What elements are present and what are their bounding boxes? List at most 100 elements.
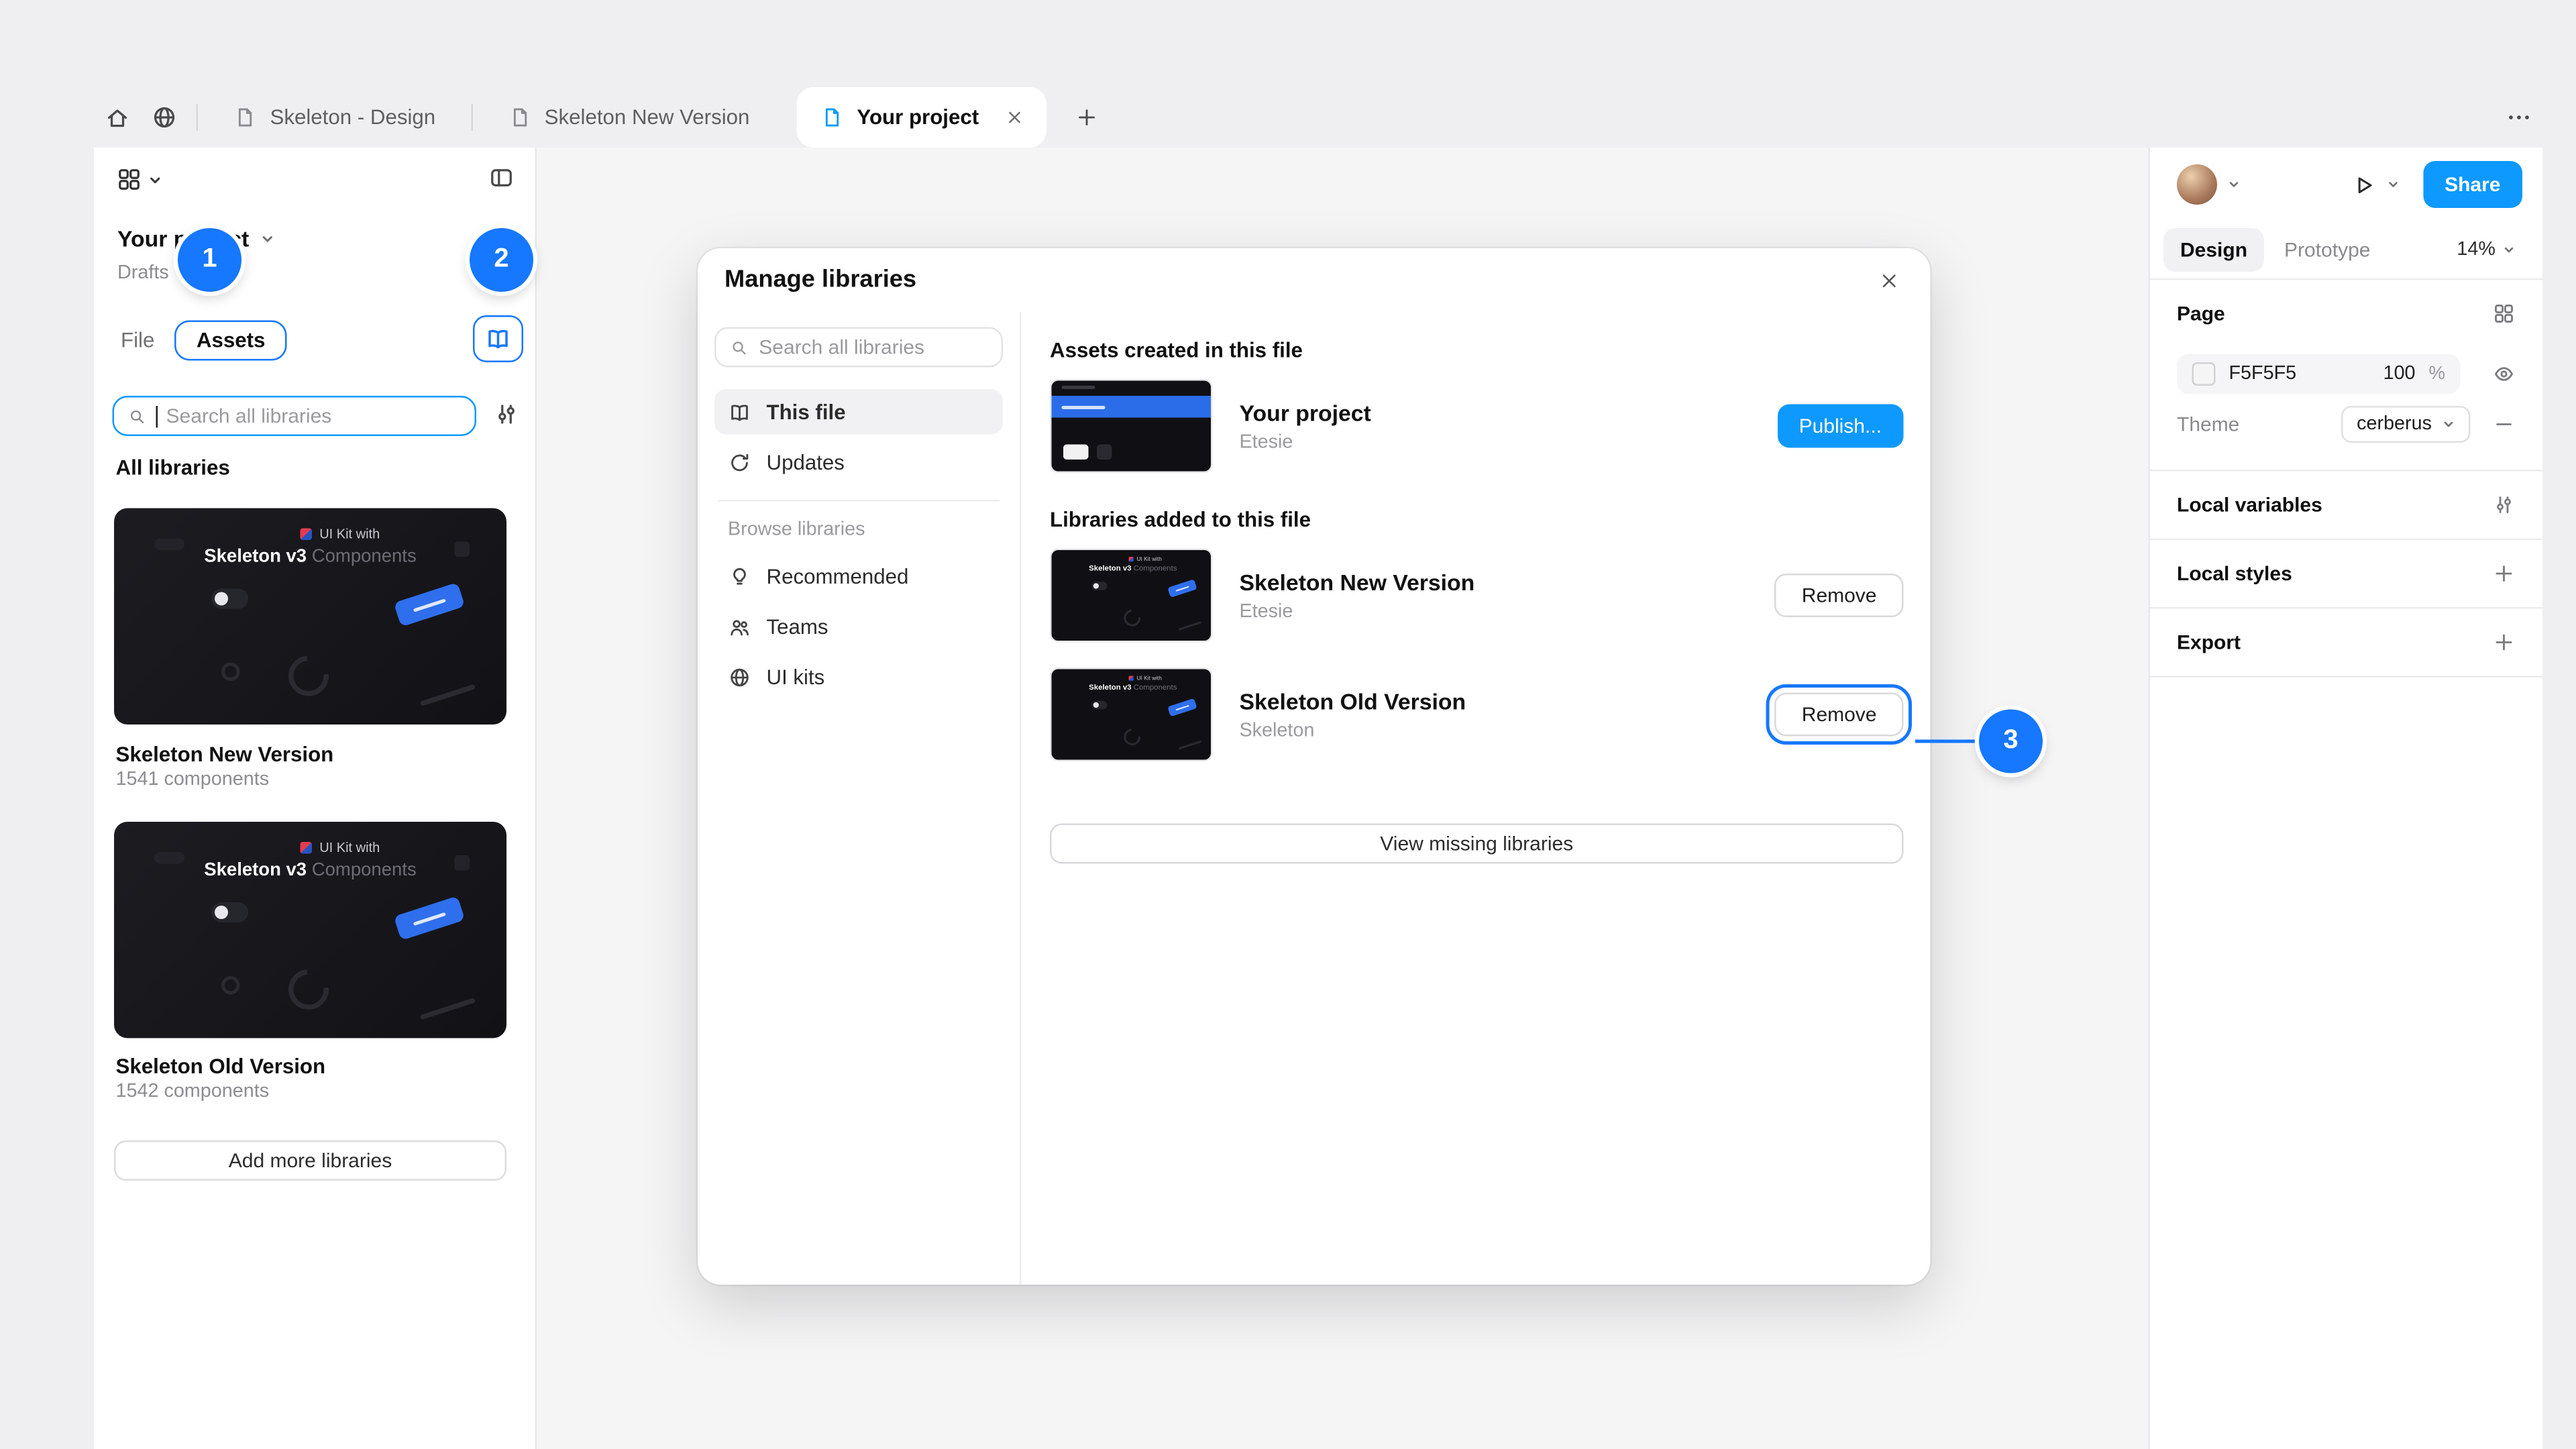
tab-file[interactable]: File (101, 329, 174, 352)
local-styles-section: Local styles (2150, 540, 2542, 607)
tab-bar: Skeleton - Design Skeleton New Version Y… (94, 87, 2542, 148)
thumb-shape (154, 852, 184, 864)
page-section-header: Page (2150, 280, 2542, 347)
page-color-field[interactable]: F5F5F5 100 % (2177, 353, 2461, 393)
home-icon (104, 104, 131, 131)
thumb-button-shape (394, 582, 466, 627)
visibility-toggle[interactable] (2492, 362, 2516, 385)
percent-sign: % (2429, 363, 2445, 383)
close-modal-button[interactable] (1867, 258, 1911, 302)
nav-label: Recommended (767, 564, 909, 588)
more-menu-button[interactable] (2496, 94, 2542, 141)
color-hex-value[interactable]: F5F5F5 (2229, 363, 2297, 383)
thumb-spinner-shape (280, 647, 337, 704)
close-tab-button[interactable] (999, 103, 1029, 133)
annotation-step-2: 2 (470, 228, 533, 292)
library-info: Skeleton New Version Etesie (1240, 570, 1748, 622)
search-icon (730, 336, 749, 358)
ui-kits-icon (728, 665, 751, 688)
panel-toggle-icon (488, 164, 515, 191)
thumb-shape (1097, 445, 1112, 460)
zoom-control[interactable]: 14% (2457, 240, 2516, 260)
thumb-toggle-shape (1092, 701, 1108, 709)
present-menu-button[interactable] (2383, 178, 2403, 191)
thumb-toggle-shape (1092, 582, 1108, 590)
remove-theme-button[interactable] (2492, 413, 2516, 436)
view-missing-libraries-button[interactable]: View missing libraries (1050, 824, 1904, 864)
local-styles-heading: Local styles (2177, 562, 2292, 586)
close-icon (1878, 269, 1900, 291)
main-menu-button[interactable] (116, 166, 163, 193)
add-export-button[interactable] (2492, 631, 2516, 654)
add-more-libraries-button[interactable]: Add more libraries (114, 1140, 506, 1181)
library-card-skeleton-old-version[interactable]: UI Kit with Skeleton v3 Components (114, 822, 506, 1038)
home-button[interactable] (94, 94, 141, 141)
filter-button[interactable] (493, 401, 520, 428)
app-window: Skeleton - Design Skeleton New Version Y… (0, 0, 2576, 1449)
chevron-down-icon (2386, 178, 2400, 191)
opacity-value[interactable]: 100 (2383, 363, 2416, 383)
tab-your-project[interactable]: Your project (796, 87, 1046, 148)
theme-dropdown[interactable]: cerberus (2342, 406, 2471, 443)
thumb-shape (455, 855, 470, 871)
open-variables-button[interactable] (2492, 493, 2516, 517)
tab-skeleton-new-version[interactable]: Skeleton New Version (481, 87, 777, 148)
library-row-your-project: Your project Etesie Publish... (1050, 379, 1904, 473)
modal-search-input[interactable] (759, 335, 987, 359)
nav-label: Teams (767, 614, 828, 638)
text-caret (155, 405, 158, 427)
page-styles-button[interactable] (2492, 302, 2516, 325)
nav-label: Updates (767, 450, 845, 474)
tab-prototype[interactable]: Prototype (2267, 228, 2387, 272)
nav-teams[interactable]: Teams (714, 604, 1003, 649)
color-swatch[interactable] (2192, 362, 2216, 385)
thumb-shape (1062, 386, 1095, 389)
tab-assets[interactable]: Assets (174, 321, 287, 361)
thumb-shape (154, 539, 184, 551)
library-search-box[interactable] (113, 396, 477, 436)
publish-button[interactable]: Publish... (1777, 405, 1903, 448)
toggle-sidebar-button[interactable] (488, 164, 515, 191)
libraries-button[interactable] (473, 315, 523, 362)
eye-icon (2492, 362, 2516, 385)
divider (718, 500, 1000, 502)
library-component-count: 1541 components (116, 770, 270, 790)
nav-updates[interactable]: Updates (714, 439, 1003, 485)
nav-recommended[interactable]: Recommended (714, 553, 1003, 599)
nav-this-file[interactable]: This file (714, 389, 1003, 435)
modal-header: Manage libraries (698, 248, 1931, 312)
new-tab-button[interactable] (1063, 94, 1110, 141)
thumb-banner-shape (1052, 396, 1212, 418)
library-row-skeleton-new-version: UI Kit with Skeleton v3 Components Skele… (1050, 549, 1904, 643)
annotation-step-1: 1 (178, 228, 241, 292)
chevron-down-icon (2442, 418, 2455, 431)
local-variables-section: Local variables (2150, 472, 2542, 539)
export-heading: Export (2177, 631, 2241, 654)
page-heading: Page (2177, 302, 2225, 325)
modal-search-box[interactable] (714, 327, 1003, 368)
add-style-button[interactable] (2492, 562, 2516, 586)
export-section: Export (2150, 609, 2542, 676)
modal-title: Manage libraries (724, 267, 916, 294)
chevron-down-icon (2227, 178, 2241, 191)
remove-button-highlighted[interactable]: Remove (1775, 693, 1904, 737)
assets-created-heading: Assets created in this file (1050, 339, 1904, 362)
library-thumbnail: UI Kit with Skeleton v3 Components (1050, 549, 1213, 643)
tab-design[interactable]: Design (2163, 228, 2264, 272)
avatar-menu-button[interactable] (2224, 178, 2244, 191)
chevron-down-icon (148, 172, 163, 187)
library-card-skeleton-new-version[interactable]: UI Kit with Skeleton v3 Components (114, 508, 506, 725)
community-button[interactable] (141, 94, 188, 141)
file-tab-icon (820, 106, 843, 129)
nav-ui-kits[interactable]: UI kits (714, 654, 1003, 700)
tab-label: Skeleton New Version (545, 106, 750, 129)
present-button[interactable] (2351, 172, 2376, 197)
library-search-input[interactable] (166, 405, 462, 428)
remove-button[interactable]: Remove (1775, 574, 1904, 617)
updates-icon (728, 450, 751, 474)
tab-skeleton-design[interactable]: Skeleton - Design (207, 87, 463, 148)
modal-nav: This file Updates Browse libraries Recom… (698, 312, 1022, 1285)
avatar[interactable] (2177, 164, 2217, 205)
share-button[interactable]: Share (2423, 161, 2522, 208)
skeleton-logo-icon (301, 529, 313, 541)
